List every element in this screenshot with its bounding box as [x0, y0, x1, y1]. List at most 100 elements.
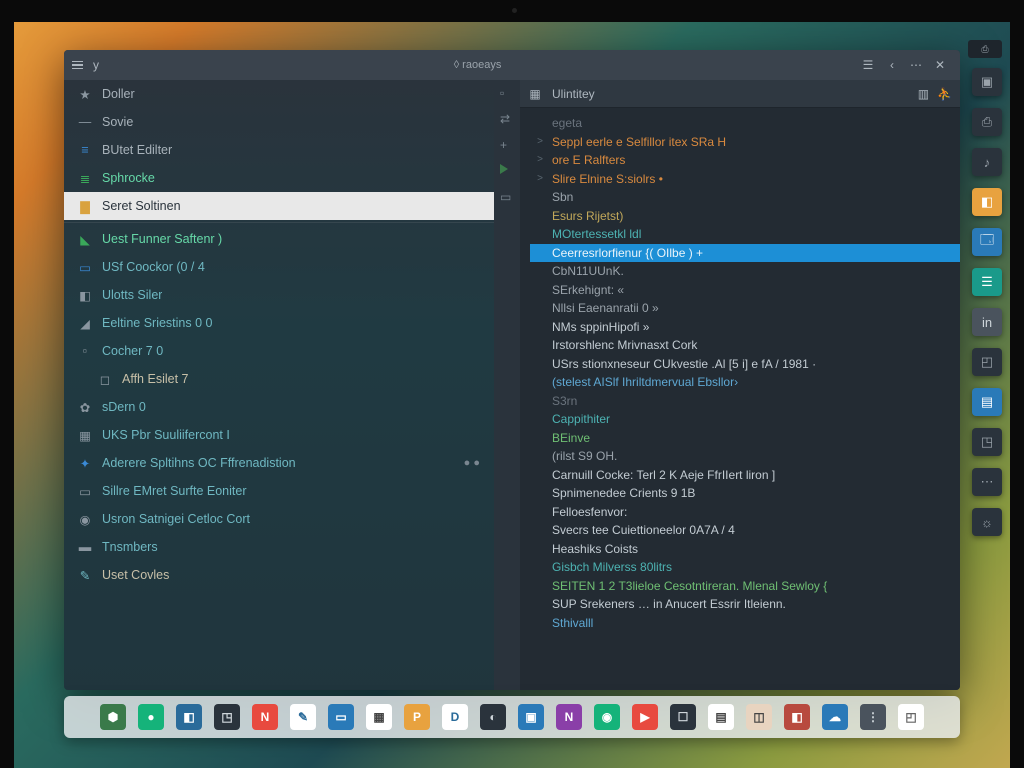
titlebar-menu-button[interactable]: ☰ [856, 55, 880, 75]
editor-line[interactable]: Irstorshlenc Mrivnasxt Cork [530, 336, 960, 355]
editor-line[interactable]: Cappithiter [530, 410, 960, 429]
taskbar-app-0[interactable]: ⬢ [100, 704, 126, 730]
tab-title[interactable]: Ulintitey [552, 87, 595, 101]
gutter-play-icon[interactable] [500, 164, 514, 178]
desktop-widget-3[interactable]: ◧ [972, 188, 1002, 216]
editor-line[interactable]: (stelest AISlf Ihriltdmervual Ebsllor› [530, 373, 960, 392]
editor-line[interactable]: Carnuill Cocke: Terl 2 K Aeje FfrIIert l… [530, 466, 960, 485]
desktop-widget-4[interactable]: 🗔 [972, 228, 1002, 256]
gutter-plus-icon[interactable]: + [500, 138, 514, 152]
gutter-page-icon[interactable]: ▫ [500, 86, 514, 100]
desktop-widget-11[interactable]: ☼ [972, 508, 1002, 536]
line-text: Sbn [552, 188, 573, 207]
editor-line[interactable]: SErkehignt: « [530, 281, 960, 300]
editor-line[interactable]: MOtertessetkl ldl [530, 225, 960, 244]
editor-line[interactable]: Svecrs tee Cuiettioneelor 0A7A / 4 [530, 521, 960, 540]
titlebar-min-button[interactable]: ‹ [880, 55, 904, 75]
corner-badge: ⎙ [968, 40, 1002, 58]
sidebar-item-15[interactable]: ▭Sillre EMret Surfte Eoniter [64, 477, 494, 505]
sidebar-item-label: Ulotts Siler [102, 288, 162, 302]
sidebar-item-8[interactable]: ◧Ulotts Siler [64, 281, 494, 309]
sidebar-item-11[interactable]: ◻Affh Esilet 7 [64, 365, 494, 393]
editor-line[interactable]: Sthivalll [530, 614, 960, 633]
titlebar-dots-button[interactable]: ⋯ [904, 55, 928, 75]
editor-line[interactable]: CbN11UUnK. [530, 262, 960, 281]
desktop-widget-10[interactable]: ⋯ [972, 468, 1002, 496]
sidebar-item-10[interactable]: ▫Cocher 7 0 [64, 337, 494, 365]
taskbar-app-3[interactable]: ◳ [214, 704, 240, 730]
taskbar-app-21[interactable]: ◰ [898, 704, 924, 730]
taskbar-app-10[interactable]: ◐ [480, 704, 506, 730]
taskbar-app-19[interactable]: ☁ [822, 704, 848, 730]
desktop-widget-0[interactable]: ▣ [972, 68, 1002, 96]
desktop-widget-7[interactable]: ◰ [972, 348, 1002, 376]
sidebar-item-4[interactable]: ▇Seret Soltinen [64, 192, 494, 220]
taskbar-app-7[interactable]: ▦ [366, 704, 392, 730]
taskbar-app-5[interactable]: ✎ [290, 704, 316, 730]
taskbar-app-13[interactable]: ◉ [594, 704, 620, 730]
sidebar-item-18[interactable]: ✎Uset Covles [64, 561, 494, 589]
editor-line[interactable]: (rilst S9 OH. [530, 447, 960, 466]
taskbar-app-2[interactable]: ◧ [176, 704, 202, 730]
taskbar-app-1[interactable]: ● [138, 704, 164, 730]
editor-line[interactable]: Gisbch Milverss 80litrs [530, 558, 960, 577]
editor-line[interactable]: NMs sppinHipofi » [530, 318, 960, 337]
hamburger-icon[interactable] [72, 61, 83, 70]
tab-grid-icon[interactable]: ▥ [918, 87, 929, 101]
taskbar-app-16[interactable]: ▤ [708, 704, 734, 730]
desktop-widget-1[interactable]: ⎙ [972, 108, 1002, 136]
desktop-widget-2[interactable]: ♪ [972, 148, 1002, 176]
editor-line[interactable]: SEITEN 1 2 T3lieloe Cesotntireran. Mlena… [530, 577, 960, 596]
gutter-doc-icon[interactable]: ▭ [500, 190, 514, 204]
taskbar-app-12[interactable]: N [556, 704, 582, 730]
editor-line[interactable]: S3rn [530, 392, 960, 411]
sidebar-item-7[interactable]: ▭USf Coockor (0 / 4 [64, 253, 494, 281]
sidebar-item-6[interactable]: ◣Uest Funner Saftenr ) [64, 225, 494, 253]
editor-line[interactable]: BEinve [530, 429, 960, 448]
taskbar-app-11[interactable]: ▣ [518, 704, 544, 730]
close-button[interactable]: ✕ [928, 55, 952, 75]
taskbar-app-20[interactable]: ⋮ [860, 704, 886, 730]
grid-icon: ▦ [78, 428, 92, 442]
gutter-code-icon[interactable]: ⇄ [500, 112, 514, 126]
sidebar-item-12[interactable]: ✿sDern 0 [64, 393, 494, 421]
sidebar-item-3[interactable]: ≣Sphrocke [64, 164, 494, 192]
taskbar-app-15[interactable]: ☐ [670, 704, 696, 730]
desktop-widget-8[interactable]: ▤ [972, 388, 1002, 416]
sidebar-item-label: Sillre EMret Surfte Eoniter [102, 484, 247, 498]
taskbar-app-9[interactable]: D [442, 704, 468, 730]
editor-line[interactable]: >ore E Ralfters [530, 151, 960, 170]
sidebar-item-label: Usron Satnigei Cetloc Cort [102, 512, 250, 526]
taskbar-app-18[interactable]: ◧ [784, 704, 810, 730]
editor-tabbar: ▦ Ulintitey ▥ ⛹ [520, 80, 960, 108]
editor-line[interactable]: Spnimenedee Crients 9 1B [530, 484, 960, 503]
taskbar-app-14[interactable]: ▶ [632, 704, 658, 730]
sidebar-item-17[interactable]: ▬Tnsmbers [64, 533, 494, 561]
editor-line[interactable]: Sbn [530, 188, 960, 207]
editor-content[interactable]: egeta >Seppl eerle e Selfillor itex SRa … [520, 108, 960, 690]
taskbar-app-17[interactable]: ◫ [746, 704, 772, 730]
editor-line[interactable]: Heashiks Coists [530, 540, 960, 559]
sidebar-item-9[interactable]: ◢Eeltine Sriestins 0 0 [64, 309, 494, 337]
taskbar-app-6[interactable]: ▭ [328, 704, 354, 730]
editor-line[interactable]: USrs stionxneseur CUkvestie .Al [5 i] e … [530, 355, 960, 374]
desktop-widget-6[interactable]: in [972, 308, 1002, 336]
editor-line[interactable]: >Seppl eerle e Selfillor itex SRa H [530, 133, 960, 152]
editor-line[interactable]: Esurs Rijetst) [530, 207, 960, 226]
taskbar-app-4[interactable]: N [252, 704, 278, 730]
sidebar-item-1[interactable]: —Sovie [64, 108, 494, 136]
editor-line[interactable]: >Slire Elnine S:siolrs • [530, 170, 960, 189]
editor-line[interactable]: Ceerresrlorfienur {( OIlbe ) + [530, 244, 960, 263]
tab-person-icon[interactable]: ⛹ [937, 87, 952, 101]
editor-line[interactable]: SUP Srekeners … in Anucert Essrir Itleie… [530, 595, 960, 614]
editor-line[interactable]: Felloesfenvor: [530, 503, 960, 522]
sidebar-item-0[interactable]: ★Doller [64, 80, 494, 108]
desktop-widget-9[interactable]: ◳ [972, 428, 1002, 456]
sidebar-item-13[interactable]: ▦UKS Pbr Suuliifercont I [64, 421, 494, 449]
desktop-widget-5[interactable]: ☰ [972, 268, 1002, 296]
sidebar-item-16[interactable]: ◉Usron Satnigei Cetloc Cort [64, 505, 494, 533]
taskbar-app-8[interactable]: P [404, 704, 430, 730]
sidebar-item-2[interactable]: ≡BUtet Edilter [64, 136, 494, 164]
editor-line[interactable]: Nllsi Eaenanratii 0 » [530, 299, 960, 318]
sidebar-item-14[interactable]: ✦Aderere Spltihns OC Fffrenadistion● ● [64, 449, 494, 477]
